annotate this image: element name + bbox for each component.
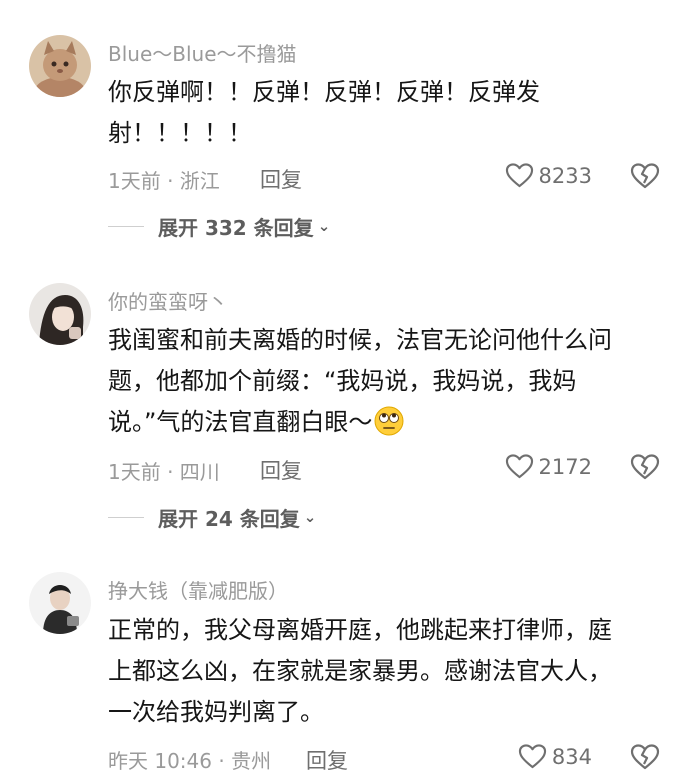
chevron-down-icon: ⌄ — [303, 507, 317, 526]
like-count: 2172 — [538, 454, 592, 479]
broken-heart-icon — [630, 453, 660, 481]
comment-meta: 1天前 · 浙江 — [108, 169, 220, 193]
comment-text: 我闺蜜和前夫离婚的时候，法官无论问他什么问 题，他都加个前缀：“我妈说，我妈说，… — [108, 320, 668, 443]
heart-outline-icon — [505, 162, 534, 189]
comment-text: 正常的，我父母离婚开庭，他跳起来打律师，庭 上都这么凶，在家就是家暴男。感谢法官… — [108, 616, 612, 726]
expand-replies-button[interactable]: 展开 332 条回复 ⌄ — [108, 212, 330, 241]
reply-button[interactable]: 回复 — [260, 455, 302, 485]
expand-replies-button[interactable]: 展开 24 条回复 ⌄ — [108, 503, 316, 532]
heart-outline-icon — [505, 453, 534, 480]
dislike-button[interactable] — [630, 162, 660, 190]
comment-meta: 1天前 · 四川 — [108, 460, 220, 484]
avatar[interactable] — [29, 283, 91, 345]
broken-heart-icon — [630, 743, 660, 771]
heart-outline-icon — [518, 743, 547, 770]
dislike-button[interactable] — [630, 743, 660, 771]
like-button[interactable]: 8233 — [505, 162, 592, 189]
reply-button[interactable]: 回复 — [260, 164, 302, 194]
comment-text-content: 我闺蜜和前夫离婚的时候，法官无论问他什么问 题，他都加个前缀：“我妈说，我妈说，… — [108, 326, 612, 436]
username[interactable]: 你的蛮蛮呀丶 — [108, 286, 228, 315]
expand-label: 展开 332 条回复 — [158, 216, 314, 240]
reply-button[interactable]: 回复 — [306, 745, 348, 775]
username[interactable]: Blue～Blue～不撸猫 — [108, 38, 297, 67]
dislike-button[interactable] — [630, 453, 660, 481]
username[interactable]: 挣大钱（靠减肥版） — [108, 575, 288, 604]
broken-heart-icon — [630, 162, 660, 190]
like-button[interactable]: 834 — [518, 743, 592, 770]
divider — [108, 226, 144, 227]
like-count: 834 — [551, 744, 592, 769]
comment-meta: 昨天 10:46 · 贵州 — [108, 749, 272, 773]
like-count: 8233 — [538, 163, 592, 188]
comment-text: 你反弹啊！！反弹！反弹！反弹！反弹发 射！！！！！ — [108, 78, 540, 147]
avatar[interactable] — [29, 572, 91, 634]
divider — [108, 517, 144, 518]
avatar[interactable] — [29, 35, 91, 97]
expand-label: 展开 24 条回复 — [158, 507, 300, 531]
like-button[interactable]: 2172 — [505, 453, 592, 480]
rolling-eyes-emoji — [374, 406, 404, 436]
chevron-down-icon: ⌄ — [317, 216, 331, 235]
